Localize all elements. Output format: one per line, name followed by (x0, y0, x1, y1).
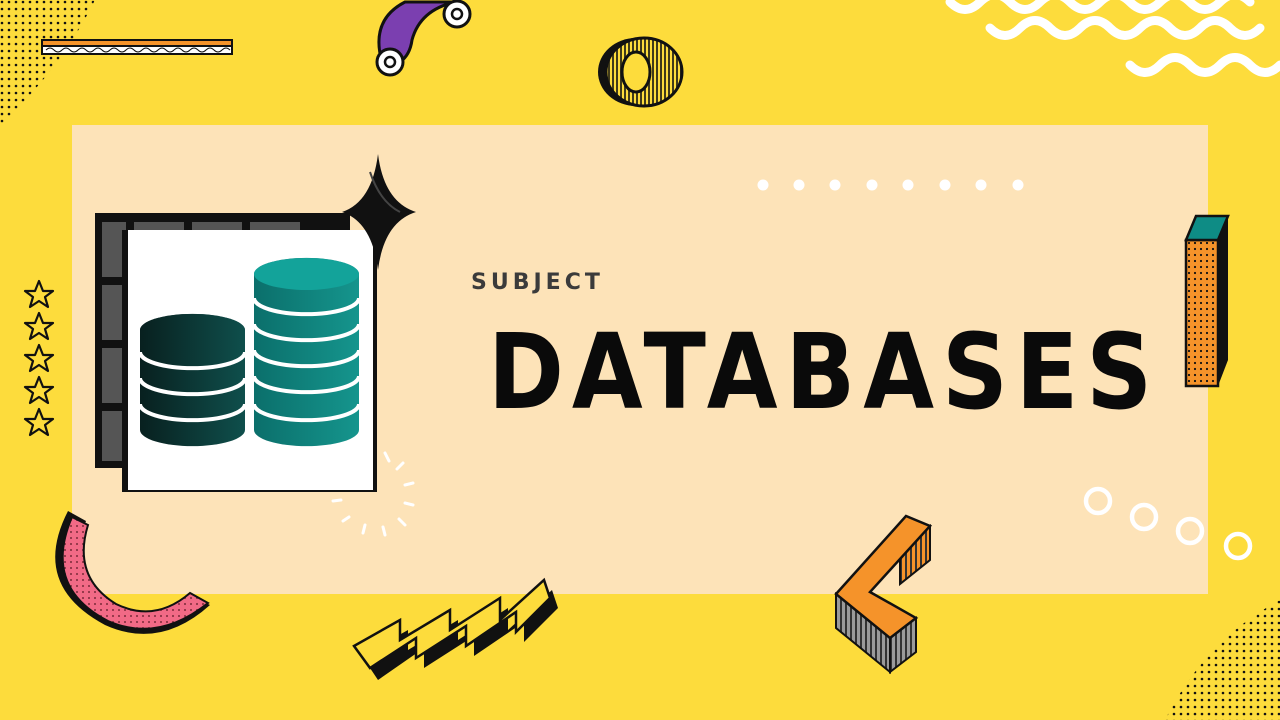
wave-decoration (945, 0, 1280, 77)
star-icon-column (23, 279, 55, 437)
dot-pattern-bottom-right (1165, 600, 1280, 720)
dot-row-decoration (757, 179, 1024, 191)
arc-decoration-purple (375, 0, 472, 77)
subject-label: SUBJECT (471, 270, 604, 295)
page-title: DATABASES (488, 311, 1161, 433)
circle-decoration (1083, 486, 1253, 561)
dot-pattern-top-left (0, 0, 95, 125)
burst-decoration (331, 451, 415, 537)
zigzag-decoration (352, 577, 558, 680)
bar-decoration (41, 39, 233, 55)
chevron-decoration (834, 514, 933, 675)
ring-decoration (598, 36, 684, 108)
pillar-decoration (1184, 214, 1230, 388)
arc-decoration-pink (55, 511, 210, 634)
sparkle-icon (342, 154, 416, 270)
